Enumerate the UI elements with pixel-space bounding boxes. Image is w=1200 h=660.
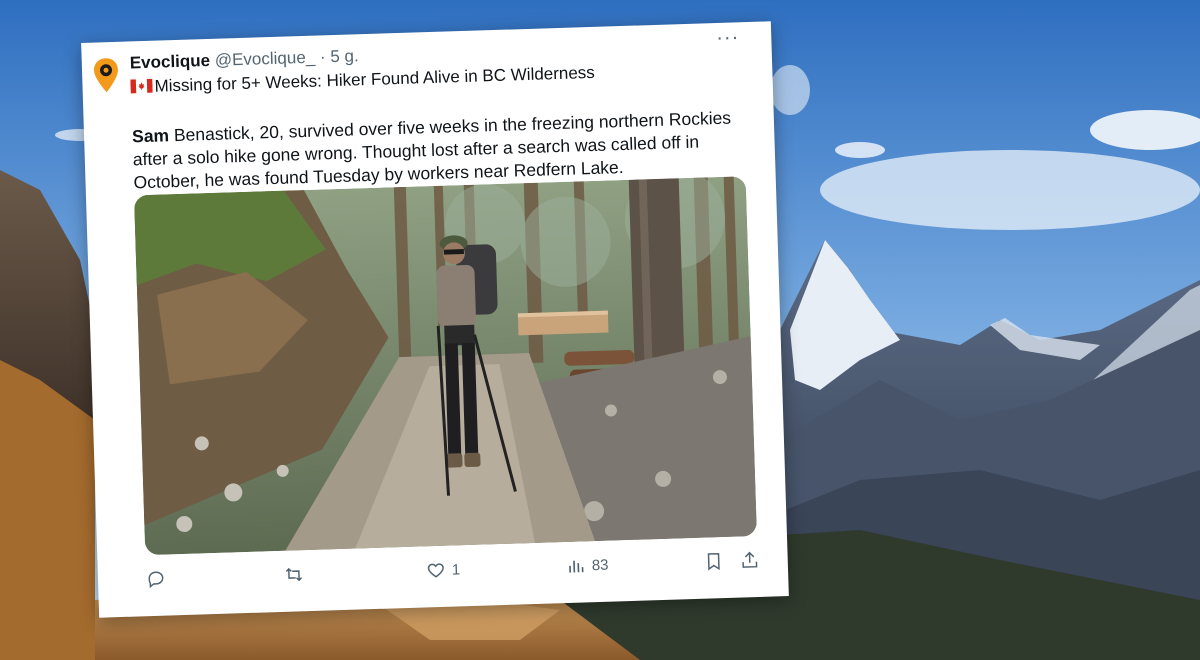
like-button[interactable]: 1 (426, 559, 461, 580)
tweet-actions: 1 83 (146, 550, 767, 597)
retweet-button[interactable] (284, 564, 305, 585)
separator-dot: · (319, 47, 326, 67)
heart-icon (427, 563, 444, 578)
reply-icon (148, 571, 164, 589)
share-icon (742, 551, 758, 568)
views-chart-icon (569, 560, 584, 573)
retweet-icon (285, 567, 303, 582)
timestamp[interactable]: 5 g. (330, 46, 359, 66)
canada-flag-icon (130, 78, 153, 94)
like-count: 1 (451, 560, 461, 579)
author-handle[interactable]: @Evoclique_ (214, 48, 315, 70)
more-options-button[interactable]: ··· (716, 26, 740, 50)
avatar[interactable] (92, 56, 121, 95)
hiker-photo[interactable] (133, 176, 757, 556)
views-button[interactable]: 83 (565, 555, 609, 576)
tweet-card[interactable]: Evoclique @Evoclique_ · 5 g. ··· Missing… (81, 21, 789, 618)
author-name[interactable]: Evoclique (129, 51, 210, 73)
body-lead: Sam (131, 125, 170, 147)
bookmark-button[interactable] (703, 551, 724, 572)
bookmark-icon (707, 552, 720, 571)
tweet-header: Evoclique @Evoclique_ · 5 g. (129, 46, 358, 73)
views-count: 83 (591, 556, 609, 574)
share-button[interactable] (739, 550, 760, 571)
reply-button[interactable] (146, 569, 167, 590)
